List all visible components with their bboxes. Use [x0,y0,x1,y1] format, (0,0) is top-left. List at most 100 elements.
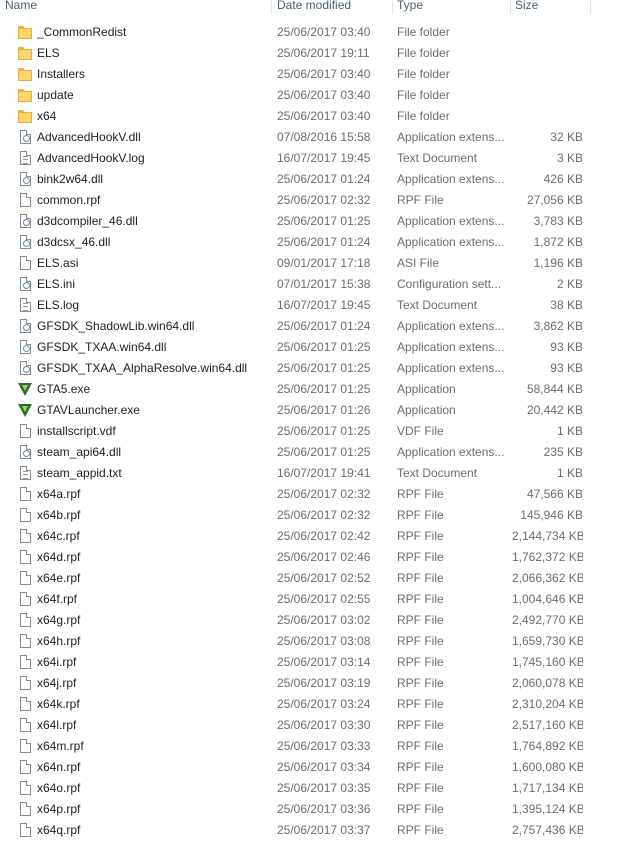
file-date-modified: 16/07/2017 19:41 [277,466,371,480]
dll-icon [20,214,31,228]
file-name: x64e.rpf [37,571,81,585]
file-row[interactable]: x64k.rpf 25/06/2017 03:24 RPF File 2,310,20… [0,694,600,715]
file-row[interactable]: common.rpf 25/06/2017 02:32 RPF File 27,056… [0,190,600,211]
file-size [512,64,583,85]
file-row[interactable]: x64i.rpf 25/06/2017 03:14 RPF File 1,745,16… [0,652,600,673]
file-icon [20,823,31,837]
config-file-icon [20,277,31,291]
column-divider[interactable] [590,0,591,14]
file-date-modified: 25/06/2017 01:24 [277,319,371,333]
file-type: File folder [397,46,450,60]
file-type: RPF File [397,739,444,753]
file-row[interactable]: bink2w64.dll 25/06/2017 01:24 Application … [0,169,600,190]
file-row[interactable]: ELS 25/06/2017 19:11 File folder [0,43,600,64]
file-row[interactable]: GFSDK_TXAA_AlphaResolve.win64.dll 25/06/2… [0,358,600,379]
file-type: RPF File [397,487,444,501]
file-row[interactable]: x64e.rpf 25/06/2017 02:52 RPF File 2,066,36… [0,568,600,589]
file-row[interactable]: ELS.log 16/07/2017 19:45 Text Document 38 K… [0,295,600,316]
file-icon [20,781,31,795]
file-date-modified: 25/06/2017 03:40 [277,25,371,39]
file-row[interactable]: x64c.rpf 25/06/2017 02:42 RPF File 2,144,73… [0,526,600,547]
file-type: RPF File [397,634,444,648]
file-type: Application extens... [397,361,505,375]
file-date-modified: 25/06/2017 02:32 [277,193,371,207]
file-date-modified: 25/06/2017 01:25 [277,424,371,438]
file-row[interactable]: ELS.asi 09/01/2017 17:18 ASI File 1,196 KB [0,253,600,274]
file-icon [20,676,31,690]
file-date-modified: 25/06/2017 02:32 [277,487,371,501]
file-name: x64b.rpf [37,508,81,522]
file-row[interactable]: installscript.vdf 25/06/2017 01:25 VDF Fil… [0,421,600,442]
file-icon [20,592,31,606]
column-header-date[interactable]: Date modified [272,0,392,14]
file-name: x64g.rpf [37,613,81,627]
file-type: RPF File [397,592,444,606]
file-row[interactable]: x64p.rpf 25/06/2017 03:36 RPF File 1,395,12… [0,799,600,820]
folder-icon [18,25,32,40]
file-icon [20,487,31,501]
file-size: 1,762,372 KB [512,550,583,564]
column-header-name[interactable]: Name [0,0,270,14]
file-type: Application extens... [397,130,505,144]
file-row[interactable]: d3dcsx_46.dll 25/06/2017 01:24 Application… [0,232,600,253]
text-file-icon [20,151,31,165]
file-row[interactable]: x64n.rpf 25/06/2017 03:34 RPF File 1,600,08… [0,757,600,778]
file-size: 58,844 KB [526,382,583,396]
file-row[interactable]: x64g.rpf 25/06/2017 03:02 RPF File 2,492,77… [0,610,600,631]
file-size: 2,757,436 KB [512,823,583,837]
file-row[interactable]: GTA5.exe 25/06/2017 01:25 Application 58,84… [0,379,600,400]
file-size: 2,060,078 KB [512,676,583,690]
file-type: RPF File [397,760,444,774]
file-row[interactable]: ELS.ini 07/01/2017 15:38 Configuration set… [0,274,600,295]
file-row[interactable]: x64a.rpf 25/06/2017 02:32 RPF File 47,566 K… [0,484,600,505]
file-date-modified: 25/06/2017 01:25 [277,382,371,396]
file-row[interactable]: x64d.rpf 25/06/2017 02:46 RPF File 1,762,37… [0,547,600,568]
file-row[interactable]: x64h.rpf 25/06/2017 03:08 RPF File 1,659,73… [0,631,600,652]
column-header-type[interactable]: Type [392,0,510,14]
file-name: x64 [37,109,57,123]
file-date-modified: 25/06/2017 03:24 [277,697,371,711]
file-row[interactable]: x64o.rpf 25/06/2017 03:35 RPF File 1,717,13… [0,778,600,799]
file-date-modified: 25/06/2017 03:14 [277,655,371,669]
file-date-modified: 07/01/2017 15:38 [277,277,371,291]
file-date-modified: 07/08/2016 15:58 [277,130,371,144]
file-row[interactable]: steam_appid.txt 16/07/2017 19:41 Text Docu… [0,463,600,484]
file-row[interactable]: _CommonRedist 25/06/2017 03:40 File folder [0,22,600,43]
file-icon [20,508,31,522]
file-row[interactable]: x64m.rpf 25/06/2017 03:33 RPF File 1,764,89… [0,736,600,757]
file-row[interactable]: GTAVLauncher.exe 25/06/2017 01:26 Applicat… [0,400,600,421]
text-file-icon [20,466,31,480]
file-row[interactable]: GFSDK_ShadowLib.win64.dll 25/06/2017 01:2… [0,316,600,337]
folder-icon [18,109,32,124]
file-row[interactable]: AdvancedHookV.dll 07/08/2016 15:58 Applica… [0,127,600,148]
file-row[interactable]: Installers 25/06/2017 03:40 File folder [0,64,600,85]
file-name: ELS.log [37,298,80,312]
file-date-modified: 25/06/2017 01:25 [277,214,371,228]
column-header-size[interactable]: Size [510,0,590,14]
file-type: RPF File [397,655,444,669]
file-type: File folder [397,25,450,39]
file-size: 93 KB [550,340,583,354]
file-name: GTA5.exe [37,382,91,396]
file-size: 32 KB [550,130,583,144]
file-type: VDF File [397,424,444,438]
file-row[interactable]: d3dcompiler_46.dll 25/06/2017 01:25 Applic… [0,211,600,232]
file-icon [20,739,31,753]
file-date-modified: 25/06/2017 01:24 [277,235,371,249]
file-row[interactable]: x64b.rpf 25/06/2017 02:32 RPF File 145,946 … [0,505,600,526]
file-row[interactable]: AdvancedHookV.log 16/07/2017 19:45 Text Do… [0,148,600,169]
file-date-modified: 25/06/2017 03:40 [277,67,371,81]
file-row[interactable]: x64q.rpf 25/06/2017 03:37 RPF File 2,757,43… [0,820,600,841]
file-date-modified: 25/06/2017 03:30 [277,718,371,732]
file-row[interactable]: steam_api64.dll 25/06/2017 01:25 Applicati… [0,442,600,463]
file-row[interactable]: GFSDK_TXAA.win64.dll 25/06/2017 01:25 Appl… [0,337,600,358]
file-date-modified: 25/06/2017 03:35 [277,781,371,795]
file-row[interactable]: x64 25/06/2017 03:40 File folder [0,106,600,127]
file-type: Application extens... [397,340,505,354]
file-type: Text Document [397,298,478,312]
file-row[interactable]: x64l.rpf 25/06/2017 03:30 RPF File 2,517,16… [0,715,600,736]
file-date-modified: 25/06/2017 03:02 [277,613,371,627]
file-row[interactable]: x64j.rpf 25/06/2017 03:19 RPF File 2,060,07… [0,673,600,694]
file-row[interactable]: x64f.rpf 25/06/2017 02:55 RPF File 1,004,64… [0,589,600,610]
file-row[interactable]: update 25/06/2017 03:40 File folder [0,85,600,106]
